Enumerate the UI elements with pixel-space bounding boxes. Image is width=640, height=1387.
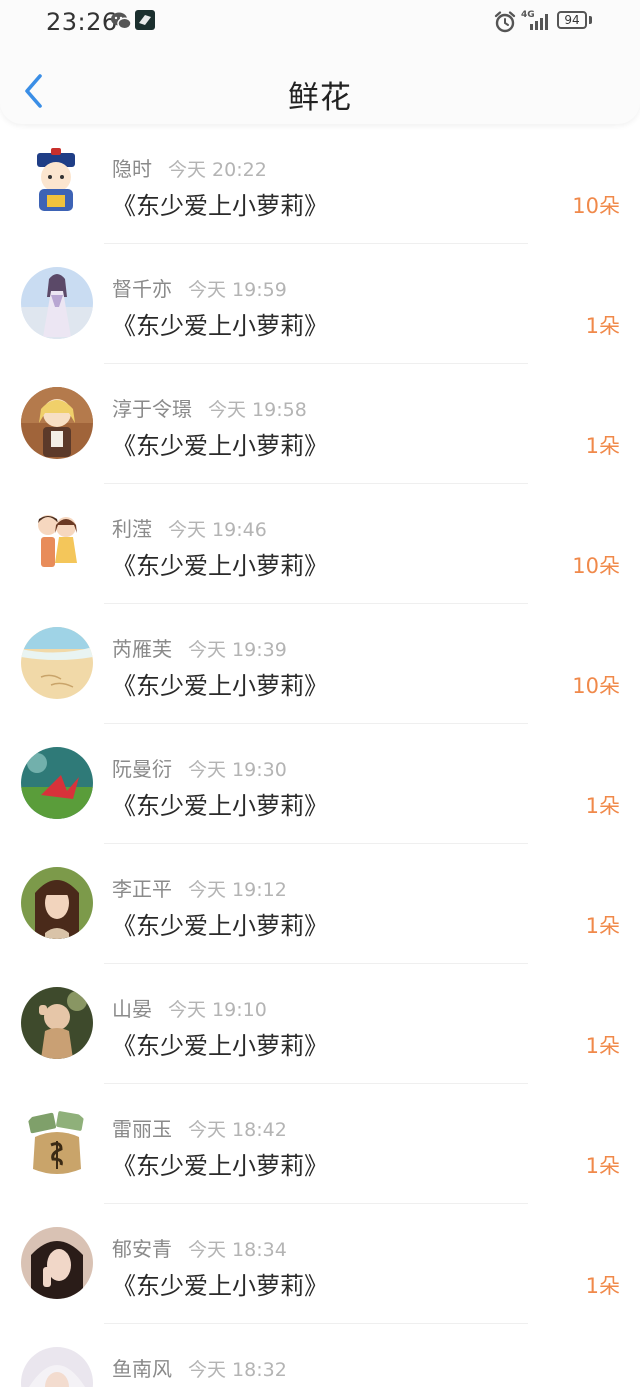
username[interactable]: 山晏 — [112, 997, 152, 1021]
record-meta: 利滢 今天 19:46 — [112, 513, 267, 542]
timestamp: 今天 18:42 — [188, 1119, 287, 1141]
timestamp: 今天 20:22 — [168, 159, 267, 181]
page-title: 鲜花 — [288, 80, 352, 116]
flower-count: 1朵 — [585, 914, 620, 938]
avatar[interactable] — [21, 987, 93, 1059]
book-title[interactable]: 《东少爱上小萝莉》 — [112, 426, 328, 461]
username[interactable]: 鱼南风 — [112, 1357, 172, 1381]
flower-count: 10朵 — [572, 554, 620, 578]
timestamp: 今天 19:30 — [188, 759, 287, 781]
header-bar: 23:26 4G 94 鲜花 — [0, 0, 640, 124]
username[interactable]: 淳于令璟 — [112, 397, 192, 421]
status-time: 23:26 — [46, 8, 118, 36]
timestamp: 今天 18:32 — [188, 1359, 287, 1381]
book-title[interactable]: 《东少爱上小萝莉》 — [112, 1266, 328, 1301]
app-notification-icon — [135, 10, 155, 30]
alarm-icon — [494, 11, 516, 33]
book-title[interactable]: 《东少爱上小萝莉》 — [112, 306, 328, 341]
flower-records-screen: 23:26 4G 94 鲜花 隐时 今天 20:22 《东少爱上小萝莉》 10朵… — [0, 0, 640, 1387]
username[interactable]: 利滢 — [112, 517, 152, 541]
list-item[interactable]: 芮雁芙 今天 19:39 《东少爱上小萝莉》 10朵 — [0, 604, 640, 724]
timestamp: 今天 19:59 — [188, 279, 287, 301]
avatar[interactable] — [21, 507, 93, 579]
book-title[interactable]: 《东少爱上小萝莉》 — [112, 1146, 328, 1181]
battery-tip — [589, 16, 592, 24]
username[interactable]: 督千亦 — [112, 277, 172, 301]
signal-strength-icon — [530, 12, 552, 32]
list-item[interactable]: 隐时 今天 20:22 《东少爱上小萝莉》 10朵 — [0, 124, 640, 244]
flower-count: 1朵 — [585, 1154, 620, 1178]
username[interactable]: 隐时 — [112, 157, 152, 181]
record-meta: 山晏 今天 19:10 — [112, 993, 267, 1022]
avatar[interactable] — [21, 627, 93, 699]
list-item[interactable]: 利滢 今天 19:46 《东少爱上小萝莉》 10朵 — [0, 484, 640, 604]
flower-count: 10朵 — [572, 194, 620, 218]
avatar[interactable] — [21, 1107, 93, 1179]
list-item[interactable]: 督千亦 今天 19:59 《东少爱上小萝莉》 1朵 — [0, 244, 640, 364]
timestamp: 今天 19:46 — [168, 519, 267, 541]
list-item[interactable]: 淳于令璟 今天 19:58 《东少爱上小萝莉》 1朵 — [0, 364, 640, 484]
book-title[interactable]: 《东少爱上小萝莉》 — [112, 186, 328, 221]
username[interactable]: 阮曼衍 — [112, 757, 172, 781]
book-title[interactable]: 《东少爱上小萝莉》 — [112, 546, 328, 581]
record-meta: 隐时 今天 20:22 — [112, 153, 267, 182]
avatar[interactable] — [21, 147, 93, 219]
book-title[interactable]: 《东少爱上小萝莉》 — [112, 906, 328, 941]
flower-record-list: 隐时 今天 20:22 《东少爱上小萝莉》 10朵 督千亦 今天 19:59 《… — [0, 124, 640, 1387]
flower-count: 1朵 — [585, 434, 620, 458]
wechat-notification-icon — [110, 10, 132, 32]
record-meta: 阮曼衍 今天 19:30 — [112, 753, 287, 782]
avatar[interactable] — [21, 1347, 93, 1387]
list-item[interactable]: 阮曼衍 今天 19:30 《东少爱上小萝莉》 1朵 — [0, 724, 640, 844]
record-meta: 芮雁芙 今天 19:39 — [112, 633, 287, 662]
record-meta: 淳于令璟 今天 19:58 — [112, 393, 307, 422]
username[interactable]: 郁安青 — [112, 1237, 172, 1261]
flower-count: 1朵 — [585, 794, 620, 818]
avatar[interactable] — [21, 867, 93, 939]
list-item[interactable]: 鱼南风 今天 18:32 — [0, 1324, 640, 1387]
flower-count: 1朵 — [585, 1274, 620, 1298]
avatar[interactable] — [21, 387, 93, 459]
battery-indicator: 94 — [557, 11, 587, 29]
timestamp: 今天 18:34 — [188, 1239, 287, 1261]
username[interactable]: 雷丽玉 — [112, 1117, 172, 1141]
timestamp: 今天 19:58 — [208, 399, 307, 421]
timestamp: 今天 19:10 — [168, 999, 267, 1021]
avatar[interactable] — [21, 1227, 93, 1299]
record-meta: 郁安青 今天 18:34 — [112, 1233, 287, 1262]
book-title[interactable]: 《东少爱上小萝莉》 — [112, 1026, 328, 1061]
list-item[interactable]: 山晏 今天 19:10 《东少爱上小萝莉》 1朵 — [0, 964, 640, 1084]
avatar[interactable] — [21, 747, 93, 819]
book-title[interactable]: 《东少爱上小萝莉》 — [112, 786, 328, 821]
book-title[interactable]: 《东少爱上小萝莉》 — [112, 666, 328, 701]
timestamp: 今天 19:12 — [188, 879, 287, 901]
username[interactable]: 芮雁芙 — [112, 637, 172, 661]
flower-count: 10朵 — [572, 674, 620, 698]
record-meta: 鱼南风 今天 18:32 — [112, 1353, 287, 1382]
list-item[interactable]: 李正平 今天 19:12 《东少爱上小萝莉》 1朵 — [0, 844, 640, 964]
record-meta: 督千亦 今天 19:59 — [112, 273, 287, 302]
record-meta: 李正平 今天 19:12 — [112, 873, 287, 902]
flower-count: 1朵 — [585, 314, 620, 338]
list-item[interactable]: 雷丽玉 今天 18:42 《东少爱上小萝莉》 1朵 — [0, 1084, 640, 1204]
timestamp: 今天 19:39 — [188, 639, 287, 661]
flower-count: 1朵 — [585, 1034, 620, 1058]
record-meta: 雷丽玉 今天 18:42 — [112, 1113, 287, 1142]
avatar[interactable] — [21, 267, 93, 339]
username[interactable]: 李正平 — [112, 877, 172, 901]
list-item[interactable]: 郁安青 今天 18:34 《东少爱上小萝莉》 1朵 — [0, 1204, 640, 1324]
